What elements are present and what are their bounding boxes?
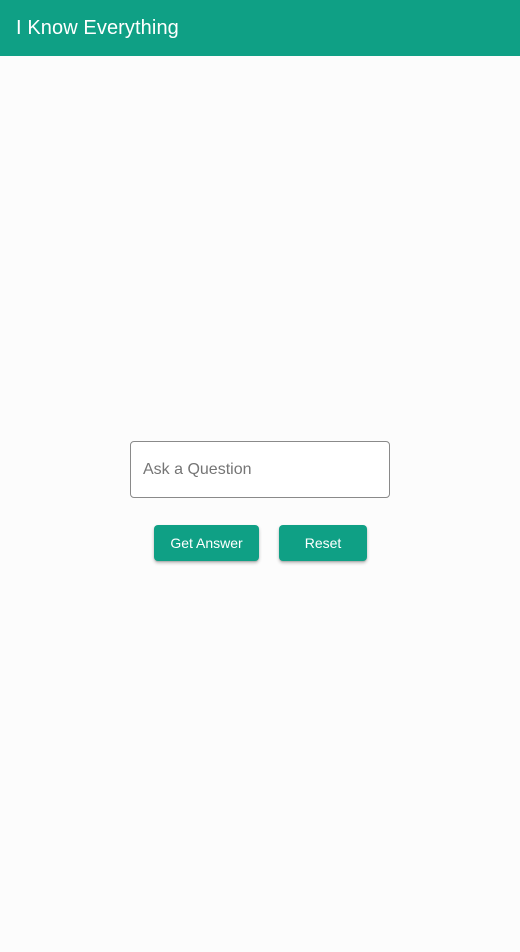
reset-button[interactable]: Reset [279, 525, 367, 561]
get-answer-button[interactable]: Get Answer [154, 525, 259, 561]
app-title: I Know Everything [16, 16, 179, 39]
question-input[interactable] [130, 441, 390, 498]
app-bar: I Know Everything [0, 0, 520, 56]
main-content: Get Answer Reset [0, 56, 520, 952]
